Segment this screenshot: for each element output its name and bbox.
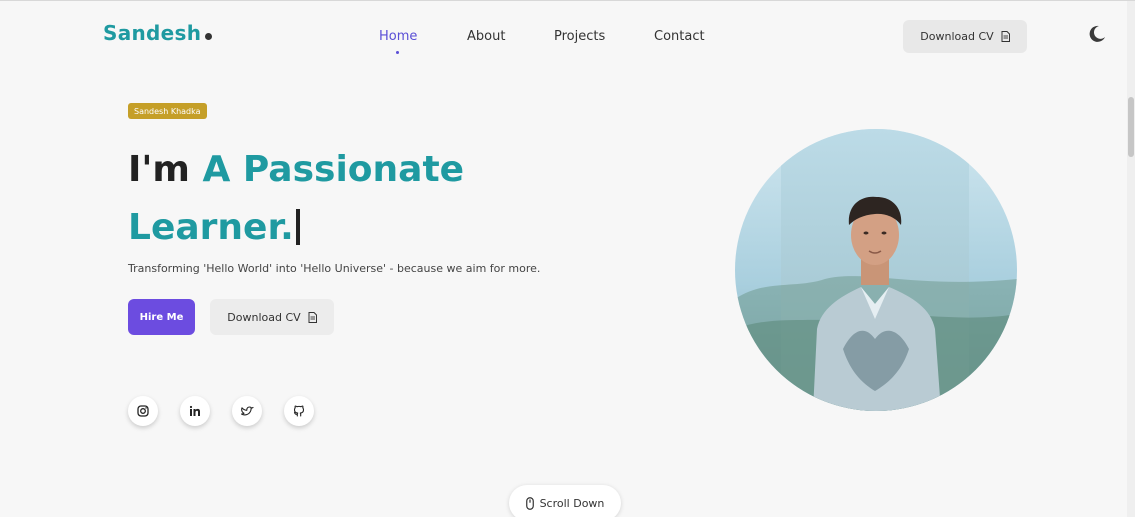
scrollbar-thumb[interactable] xyxy=(1128,97,1134,157)
github-link[interactable] xyxy=(284,396,314,426)
twitter-icon xyxy=(240,405,254,415)
nav-home[interactable]: Home xyxy=(379,29,417,44)
document-icon xyxy=(1001,31,1010,42)
portfolio-page: Sandesh Home About Projects Contact Down… xyxy=(0,0,1135,517)
linkedin-link[interactable] xyxy=(180,396,210,426)
scroll-down-label: Scroll Down xyxy=(539,496,605,510)
logo-text: Sandesh xyxy=(103,21,202,45)
github-icon xyxy=(293,405,305,417)
profile-photo xyxy=(735,129,1017,411)
logo-dot xyxy=(205,33,213,40)
nav-active-indicator xyxy=(396,51,399,54)
nav-about[interactable]: About xyxy=(467,29,505,44)
linkedin-icon xyxy=(189,405,200,416)
hero-tagline: Transforming 'Hello World' into 'Hello U… xyxy=(128,262,541,275)
name-badge: Sandesh Khadka xyxy=(128,103,207,119)
logo[interactable]: Sandesh xyxy=(103,21,213,45)
headline-highlight-2: Learner. xyxy=(128,206,294,248)
document-icon xyxy=(308,311,317,323)
twitter-link[interactable] xyxy=(232,396,262,426)
typing-cursor xyxy=(295,208,300,245)
headline-line-1: I'm A Passionate xyxy=(128,141,464,199)
instagram-link[interactable] xyxy=(128,396,158,426)
hero-download-cv-label: Download CV xyxy=(227,310,301,324)
scroll-down-button[interactable]: Scroll Down xyxy=(509,485,621,517)
hire-me-button[interactable]: Hire Me xyxy=(128,299,195,335)
hero-headline: I'm A Passionate Learner. xyxy=(128,141,464,256)
headline-line-2: Learner. xyxy=(128,199,464,257)
hero-download-cv-button[interactable]: Download CV xyxy=(210,299,334,335)
nav-contact[interactable]: Contact xyxy=(654,29,705,44)
profile-photo-illustration xyxy=(735,129,1017,411)
moon-icon[interactable] xyxy=(1087,24,1107,44)
nav-projects[interactable]: Projects xyxy=(554,29,605,44)
header-download-cv-label: Download CV xyxy=(920,30,994,43)
headline-prefix: I'm xyxy=(128,149,190,190)
header-download-cv-button[interactable]: Download CV xyxy=(903,20,1027,53)
headline-highlight-1: A Passionate xyxy=(202,149,465,190)
instagram-icon xyxy=(137,405,149,417)
mouse-icon xyxy=(525,496,534,510)
page-scrollbar[interactable] xyxy=(1127,1,1135,517)
